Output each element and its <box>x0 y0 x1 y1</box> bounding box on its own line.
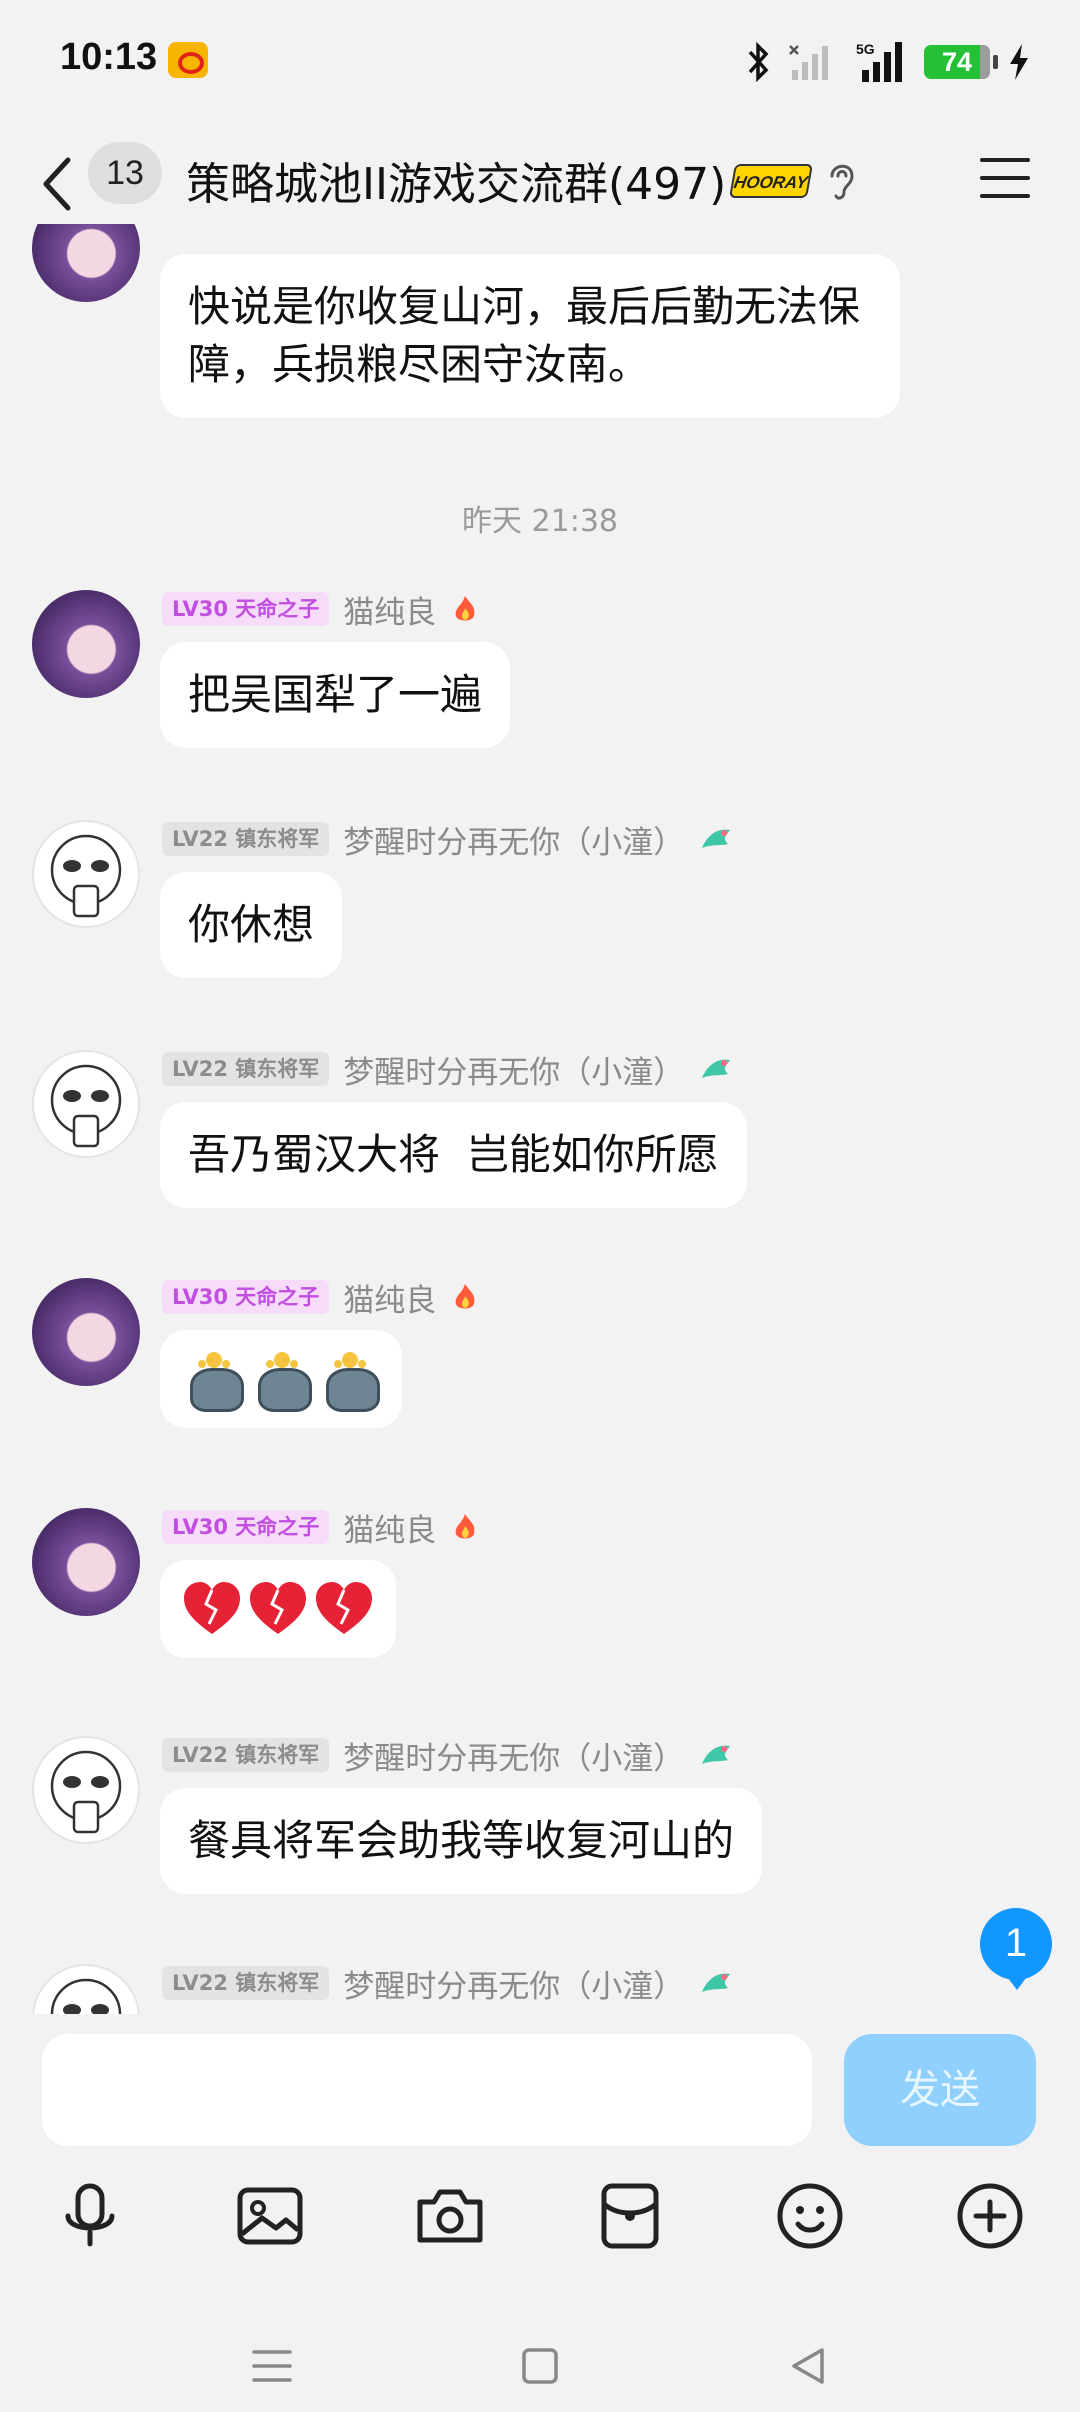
composer-toolbar <box>0 2176 1080 2276</box>
time-divider: 昨天 21:38 <box>462 504 618 539</box>
status-icons: 5G 74 <box>746 34 1030 90</box>
level-badge: LV30 天命之子 <box>162 592 330 626</box>
dragon-icon <box>698 824 731 854</box>
group-title[interactable]: 策略城池II游戏交流群(497) <box>186 148 726 212</box>
sender-meta: LV22 镇东将军 梦醒时分再无你（小潼） <box>162 1050 731 1091</box>
message-bubble[interactable]: 吾乃蜀汉大将 岂能如你所愿 <box>160 1102 747 1208</box>
dragon-icon <box>698 1740 731 1770</box>
status-bar: 10:13 5G 74 <box>0 0 1080 124</box>
message-bubble[interactable]: 快说是你收复山河，最后后勤无法保障，兵损粮尽困守汝南。 <box>160 254 900 418</box>
sender-nickname[interactable]: 梦醒时分再无你（小潼） <box>343 1047 684 1092</box>
avatar[interactable] <box>32 224 140 302</box>
send-button[interactable]: 发送 <box>844 2034 1036 2146</box>
level-badge: LV22 镇东将军 <box>162 1738 330 1772</box>
message-list[interactable]: 快说是你收复山河，最后后勤无法保障，兵损粮尽困守汝南。 昨天 21:38 LV3… <box>0 224 1080 2014</box>
teapot-emoji <box>182 1350 244 1412</box>
sender-nickname[interactable]: 梦醒时分再无你（小潼） <box>343 1961 684 2006</box>
message-input[interactable] <box>42 2034 812 2146</box>
dragon-icon <box>698 1054 731 1084</box>
teapot-emoji <box>318 1350 380 1412</box>
bluetooth-icon <box>746 42 770 82</box>
message-bubble[interactable]: 你休想 <box>160 872 343 978</box>
composer: 发送 <box>0 2014 1080 2412</box>
message-bubble[interactable]: 餐具将军会助我等收复河山的 <box>160 1788 763 1894</box>
camera-icon[interactable] <box>410 2176 490 2256</box>
sender-meta: LV30 天命之子 猫纯良 <box>162 1278 480 1319</box>
flame-icon <box>450 594 480 624</box>
image-icon[interactable] <box>230 2176 310 2256</box>
system-nav-bar <box>0 2314 1080 2412</box>
broken-heart-emoji <box>248 1580 308 1638</box>
sender-meta: LV22 镇东将军 梦醒时分再无你（小潼） <box>162 1964 731 2005</box>
broken-heart-emoji <box>314 1580 374 1638</box>
sender-meta: LV22 镇东将军 梦醒时分再无你（小潼） <box>162 1736 731 1777</box>
sender-meta: LV30 天命之子 猫纯良 <box>162 590 480 631</box>
network-type: 5G <box>856 41 875 57</box>
menu-nav-icon[interactable] <box>250 2344 294 2388</box>
menu-icon[interactable] <box>980 158 1030 202</box>
battery-icon: 74 <box>924 45 998 79</box>
hooray-badge: HOORAY <box>729 164 813 198</box>
avatar[interactable] <box>32 1508 140 1616</box>
unread-count-badge[interactable]: 13 <box>88 142 162 204</box>
battery-level: 74 <box>941 47 973 77</box>
weibo-icon <box>168 42 208 78</box>
home-nav-icon[interactable] <box>518 2344 562 2388</box>
teapot-emoji <box>250 1350 312 1412</box>
microphone-icon[interactable] <box>50 2176 130 2256</box>
wifi-off-icon <box>788 42 834 82</box>
sender-nickname[interactable]: 梦醒时分再无你（小潼） <box>343 817 684 862</box>
flame-icon <box>450 1282 480 1312</box>
red-packet-icon[interactable] <box>590 2176 670 2256</box>
charging-icon <box>1008 42 1030 82</box>
plus-icon[interactable] <box>950 2176 1030 2256</box>
sender-nickname[interactable]: 猫纯良 <box>343 1275 436 1320</box>
sender-nickname[interactable]: 猫纯良 <box>343 1505 436 1550</box>
message-bubble[interactable] <box>160 1560 396 1658</box>
level-badge: LV30 天命之子 <box>162 1280 330 1314</box>
sender-nickname[interactable]: 梦醒时分再无你（小潼） <box>343 1733 684 1778</box>
avatar[interactable] <box>32 1736 140 1844</box>
ear-icon[interactable] <box>826 158 858 204</box>
level-badge: LV22 镇东将军 <box>162 1052 330 1086</box>
back-icon[interactable] <box>36 152 80 216</box>
avatar[interactable] <box>32 1278 140 1386</box>
emoji-icon[interactable] <box>770 2176 850 2256</box>
broken-heart-emoji <box>182 1580 242 1638</box>
emoji-row <box>182 1580 374 1638</box>
avatar[interactable] <box>32 1050 140 1158</box>
avatar[interactable] <box>32 1964 140 2014</box>
level-badge: LV30 天命之子 <box>162 1510 330 1544</box>
sender-meta: LV30 天命之子 猫纯良 <box>162 1508 480 1549</box>
message-bubble[interactable] <box>160 1330 402 1428</box>
status-time: 10:13 <box>60 36 158 78</box>
message-bubble[interactable]: 把吴国犁了一遍 <box>160 642 511 748</box>
avatar[interactable] <box>32 820 140 928</box>
sender-nickname[interactable]: 猫纯良 <box>343 587 436 632</box>
back-nav-icon[interactable] <box>786 2344 830 2388</box>
emoji-row <box>182 1350 380 1412</box>
level-badge: LV22 镇东将军 <box>162 1966 330 2000</box>
flame-icon <box>450 1512 480 1542</box>
level-badge: LV22 镇东将军 <box>162 822 330 856</box>
avatar[interactable] <box>32 590 140 698</box>
new-message-badge[interactable]: 1 <box>980 1908 1052 1990</box>
dragon-icon <box>698 1968 731 1998</box>
sender-meta: LV22 镇东将军 梦醒时分再无你（小潼） <box>162 820 731 861</box>
signal-icon: 5G <box>852 40 906 84</box>
